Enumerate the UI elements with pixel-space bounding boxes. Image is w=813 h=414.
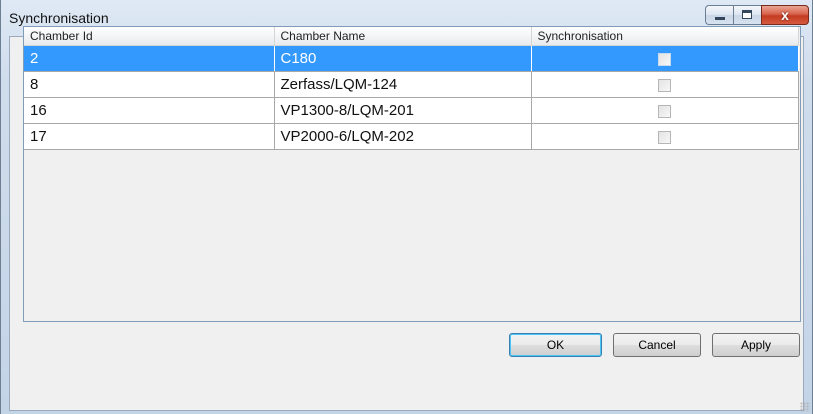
cell-synchronisation[interactable]: [531, 45, 799, 72]
cell-synchronisation[interactable]: [531, 123, 799, 150]
synchronisation-checkbox[interactable]: [658, 52, 671, 66]
table-row[interactable]: 17 VP2000-6/LQM-202: [24, 123, 799, 150]
cell-chamber-name[interactable]: Zerfass/LQM-124: [274, 71, 532, 98]
synchronisation-checkbox[interactable]: [658, 130, 671, 144]
window-controls: x: [705, 5, 809, 27]
cell-synchronisation[interactable]: [531, 97, 799, 124]
cell-chamber-id[interactable]: 2: [24, 45, 275, 72]
cell-synchronisation[interactable]: [531, 71, 799, 98]
cell-chamber-name[interactable]: VP2000-6/LQM-202: [274, 123, 532, 150]
chamber-grid[interactable]: Chamber Id Chamber Name Synchronisation …: [23, 26, 801, 322]
cell-chamber-id[interactable]: 17: [24, 123, 275, 150]
synchronisation-checkbox[interactable]: [658, 78, 671, 92]
chamber-table: Chamber Id Chamber Name Synchronisation …: [24, 27, 799, 150]
cell-chamber-id[interactable]: 16: [24, 97, 275, 124]
column-header-synchronisation[interactable]: Synchronisation: [531, 27, 799, 46]
cell-chamber-name[interactable]: C180: [274, 45, 532, 72]
synchronisation-window: Synchronisation x Chamber Id Chamber Nam…: [0, 0, 813, 414]
column-header-chamber-id[interactable]: Chamber Id: [24, 27, 275, 46]
maximize-button[interactable]: [733, 5, 761, 25]
maximize-icon: [742, 10, 752, 19]
column-header-chamber-name[interactable]: Chamber Name: [274, 27, 532, 46]
close-icon: x: [781, 7, 789, 23]
window-title: Synchronisation: [9, 10, 109, 26]
close-button[interactable]: x: [761, 5, 809, 25]
synchronisation-checkbox[interactable]: [658, 104, 671, 118]
ok-button[interactable]: OK: [509, 333, 602, 357]
table-row[interactable]: 16 VP1300-8/LQM-201: [24, 97, 799, 124]
resize-grip-icon[interactable]: [800, 402, 810, 412]
table-row[interactable]: 2 C180: [24, 45, 799, 72]
header-row: Chamber Id Chamber Name Synchronisation: [24, 27, 799, 46]
cell-chamber-id[interactable]: 8: [24, 71, 275, 98]
minimize-button[interactable]: [705, 5, 733, 25]
apply-button[interactable]: Apply: [712, 333, 800, 357]
table-row[interactable]: 8 Zerfass/LQM-124: [24, 71, 799, 98]
cell-chamber-name[interactable]: VP1300-8/LQM-201: [274, 97, 532, 124]
minimize-icon: [715, 17, 725, 20]
cancel-button[interactable]: Cancel: [613, 333, 701, 357]
